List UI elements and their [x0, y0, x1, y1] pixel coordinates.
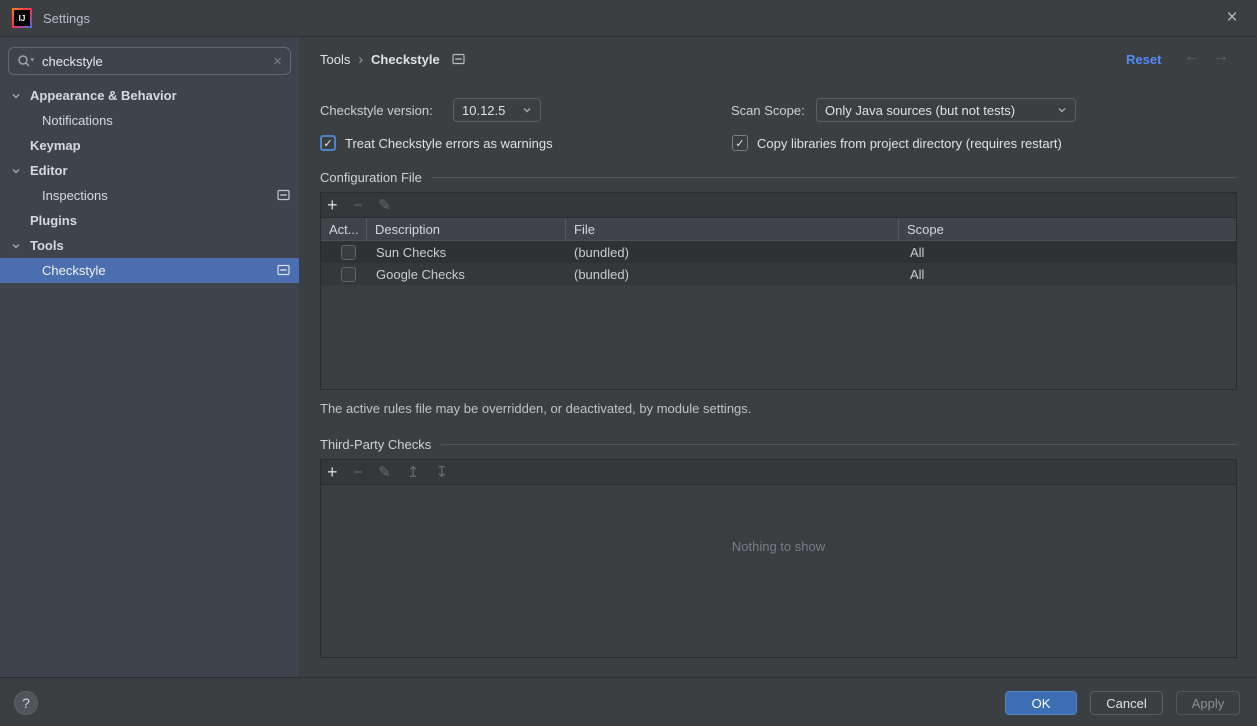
sidebar-item-label: Appearance & Behavior — [30, 88, 177, 103]
chevron-down-icon — [1057, 106, 1067, 114]
sidebar-item-label: Tools — [30, 238, 64, 253]
column-header-file[interactable]: File — [566, 218, 899, 240]
section-title-text: Configuration File — [320, 170, 422, 185]
row-description: Sun Checks — [367, 241, 566, 263]
move-up-icon[interactable]: ↥ — [407, 465, 420, 480]
edit-pencil-icon[interactable]: ✎ — [378, 465, 391, 480]
intellij-logo-icon: IJ — [12, 8, 32, 28]
column-header-description[interactable]: Description — [367, 218, 566, 240]
scan-scope-select[interactable]: Only Java sources (but not tests) — [816, 98, 1076, 122]
close-icon[interactable]: × — [1219, 5, 1245, 31]
treat-errors-checkbox-row: ✓ Treat Checkstyle errors as warnings — [320, 135, 553, 151]
cancel-button[interactable]: Cancel — [1090, 691, 1163, 715]
sidebar-item-notifications[interactable]: Notifications — [0, 108, 299, 133]
ok-button[interactable]: OK — [1005, 691, 1077, 715]
table-row-sun-checks[interactable]: Sun Checks (bundled) All — [321, 241, 1236, 263]
search-value[interactable]: checkstyle — [42, 54, 266, 69]
copy-libraries-checkbox[interactable]: ✓ — [732, 135, 748, 151]
sidebar-item-tools[interactable]: Tools — [0, 233, 299, 258]
treat-errors-label: Treat Checkstyle errors as warnings — [345, 136, 553, 151]
checkstyle-settings-page: Tools › Checkstyle Reset ← → Checkstyle … — [300, 37, 1257, 677]
third-party-toolbar: + − ✎ ↥ ↧ — [321, 460, 1236, 485]
move-down-icon[interactable]: ↧ — [435, 465, 448, 480]
history-nav: ← → — [1184, 48, 1229, 66]
settings-dialog: IJ Settings × checkstyle × Appearance & — [0, 0, 1257, 726]
sidebar-item-label: Inspections — [42, 188, 108, 203]
scan-scope-value: Only Java sources (but not tests) — [825, 103, 1051, 118]
help-icon[interactable]: ? — [14, 691, 38, 715]
settings-tree: Appearance & Behavior Notifications Keym… — [0, 83, 299, 283]
add-icon[interactable]: + — [327, 463, 338, 481]
treat-errors-checkbox[interactable]: ✓ — [320, 135, 336, 151]
reset-link[interactable]: Reset — [1126, 52, 1161, 67]
copy-libraries-checkbox-row: ✓ Copy libraries from project directory … — [732, 135, 1062, 151]
window-title: Settings — [43, 11, 90, 26]
chevron-down-icon[interactable] — [11, 92, 23, 100]
configuration-file-table: + − ✎ Act... Description File Scope Sun … — [320, 192, 1237, 390]
settings-found-badge-icon — [277, 264, 290, 276]
version-label: Checkstyle version: — [320, 103, 433, 118]
remove-icon[interactable]: − — [354, 198, 363, 213]
sidebar-item-inspections[interactable]: Inspections — [0, 183, 299, 208]
row-scope: All — [899, 263, 1236, 285]
search-input[interactable]: checkstyle × — [8, 47, 291, 75]
dialog-footer: ? OK Cancel Apply — [0, 677, 1257, 726]
sidebar-item-plugins[interactable]: Plugins — [0, 208, 299, 233]
search-icon — [17, 54, 35, 68]
remove-icon[interactable]: − — [354, 465, 363, 480]
title-bar: IJ Settings × — [0, 0, 1257, 37]
row-active-checkbox[interactable] — [341, 245, 356, 260]
sidebar-item-keymap[interactable]: Keymap — [0, 133, 299, 158]
sidebar-item-checkstyle[interactable]: Checkstyle — [0, 258, 299, 283]
third-party-section-title: Third-Party Checks — [320, 437, 1237, 452]
chevron-down-icon[interactable] — [11, 167, 23, 175]
version-select[interactable]: 10.12.5 — [453, 98, 541, 122]
configuration-file-section-title: Configuration File — [320, 170, 1237, 185]
row-description: Google Checks — [367, 263, 566, 285]
search-clear-icon[interactable]: × — [273, 53, 282, 70]
row-file: (bundled) — [566, 263, 899, 285]
breadcrumb-checkstyle: Checkstyle — [371, 52, 440, 67]
empty-table-message: Nothing to show — [321, 485, 1236, 657]
breadcrumb-tools[interactable]: Tools — [320, 52, 350, 67]
version-value: 10.12.5 — [462, 103, 516, 118]
table-header-row: Act... Description File Scope — [321, 218, 1236, 241]
settings-found-badge-icon — [277, 189, 290, 201]
configuration-toolbar: + − ✎ — [321, 193, 1236, 218]
module-override-note: The active rules file may be overridden,… — [320, 401, 751, 416]
chevron-down-icon[interactable] — [11, 242, 23, 250]
third-party-table: + − ✎ ↥ ↧ Nothing to show — [320, 459, 1237, 658]
section-title-text: Third-Party Checks — [320, 437, 431, 452]
settings-found-badge-icon — [452, 53, 465, 65]
breadcrumb: Tools › Checkstyle — [320, 51, 465, 67]
settings-sidebar: checkstyle × Appearance & Behavior Notif… — [0, 37, 299, 677]
sidebar-item-label: Editor — [30, 163, 68, 178]
footer-buttons: OK Cancel Apply — [1005, 691, 1240, 715]
sidebar-item-appearance-behavior[interactable]: Appearance & Behavior — [0, 83, 299, 108]
sidebar-item-label: Keymap — [30, 138, 81, 153]
edit-pencil-icon[interactable]: ✎ — [378, 198, 391, 213]
scan-scope-label: Scan Scope: — [731, 103, 805, 118]
sidebar-item-editor[interactable]: Editor — [0, 158, 299, 183]
sidebar-item-label: Plugins — [30, 213, 77, 228]
add-icon[interactable]: + — [327, 196, 338, 214]
forward-arrow-icon[interactable]: → — [1213, 48, 1229, 66]
sidebar-item-label: Checkstyle — [42, 263, 106, 278]
breadcrumb-separator: › — [358, 51, 363, 67]
copy-libraries-label: Copy libraries from project directory (r… — [757, 136, 1062, 151]
row-scope: All — [899, 241, 1236, 263]
table-row-google-checks[interactable]: Google Checks (bundled) All — [321, 263, 1236, 285]
apply-button[interactable]: Apply — [1176, 691, 1240, 715]
chevron-down-icon — [522, 106, 532, 114]
column-header-scope[interactable]: Scope — [899, 218, 1236, 240]
column-header-active[interactable]: Act... — [321, 218, 367, 240]
row-active-checkbox[interactable] — [341, 267, 356, 282]
row-file: (bundled) — [566, 241, 899, 263]
sidebar-item-label: Notifications — [42, 113, 113, 128]
back-arrow-icon[interactable]: ← — [1184, 48, 1200, 66]
